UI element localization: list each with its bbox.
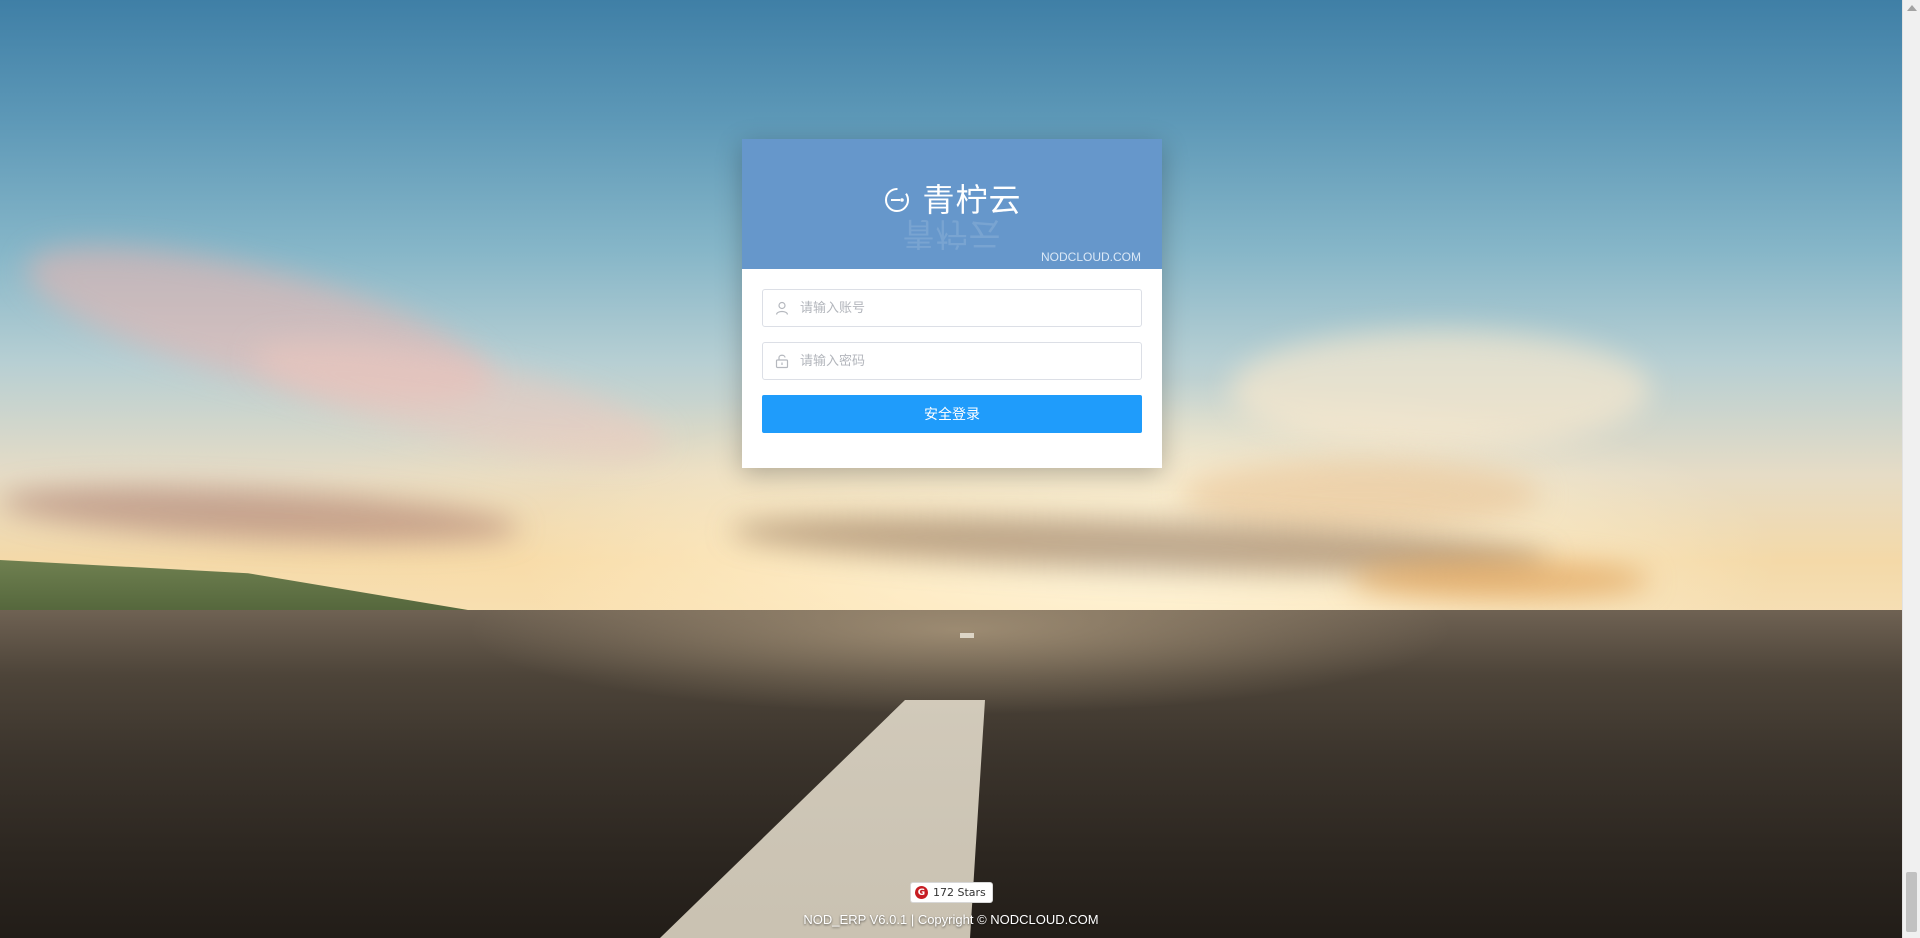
copyright-text: NOD_ERP V6.0.1 | Copyright © NODCLOUD.CO… [803, 912, 1099, 927]
cloud [1180, 460, 1540, 530]
scroll-thumb[interactable] [1906, 872, 1917, 932]
road-marking-far [960, 633, 974, 638]
password-field[interactable] [762, 342, 1142, 380]
lock-icon [775, 354, 789, 369]
cloud [1350, 560, 1650, 600]
login-form: 安全登录 [742, 269, 1162, 433]
login-button[interactable]: 安全登录 [762, 395, 1142, 433]
stars-count: 172 Stars [933, 886, 986, 899]
gitee-icon: G [915, 886, 928, 899]
password-input[interactable] [800, 343, 1133, 379]
gitee-stars-badge[interactable]: G 172 Stars [910, 882, 993, 903]
vertical-scrollbar[interactable] [1902, 0, 1920, 938]
cloud [1230, 330, 1650, 450]
login-card: 青柠云 青柠云 NODCLOUD.COM 安全登录 [742, 139, 1162, 468]
login-card-header: 青柠云 青柠云 NODCLOUD.COM [742, 139, 1162, 269]
account-input[interactable] [800, 290, 1133, 326]
brand-site: NODCLOUD.COM [1040, 250, 1141, 264]
account-field[interactable] [762, 289, 1142, 327]
user-icon [775, 301, 789, 315]
brand-name-reflection: 青柠云 [902, 215, 1002, 253]
scroll-up-arrow-icon[interactable] [1907, 5, 1917, 11]
lemon-logo-icon [885, 188, 910, 212]
